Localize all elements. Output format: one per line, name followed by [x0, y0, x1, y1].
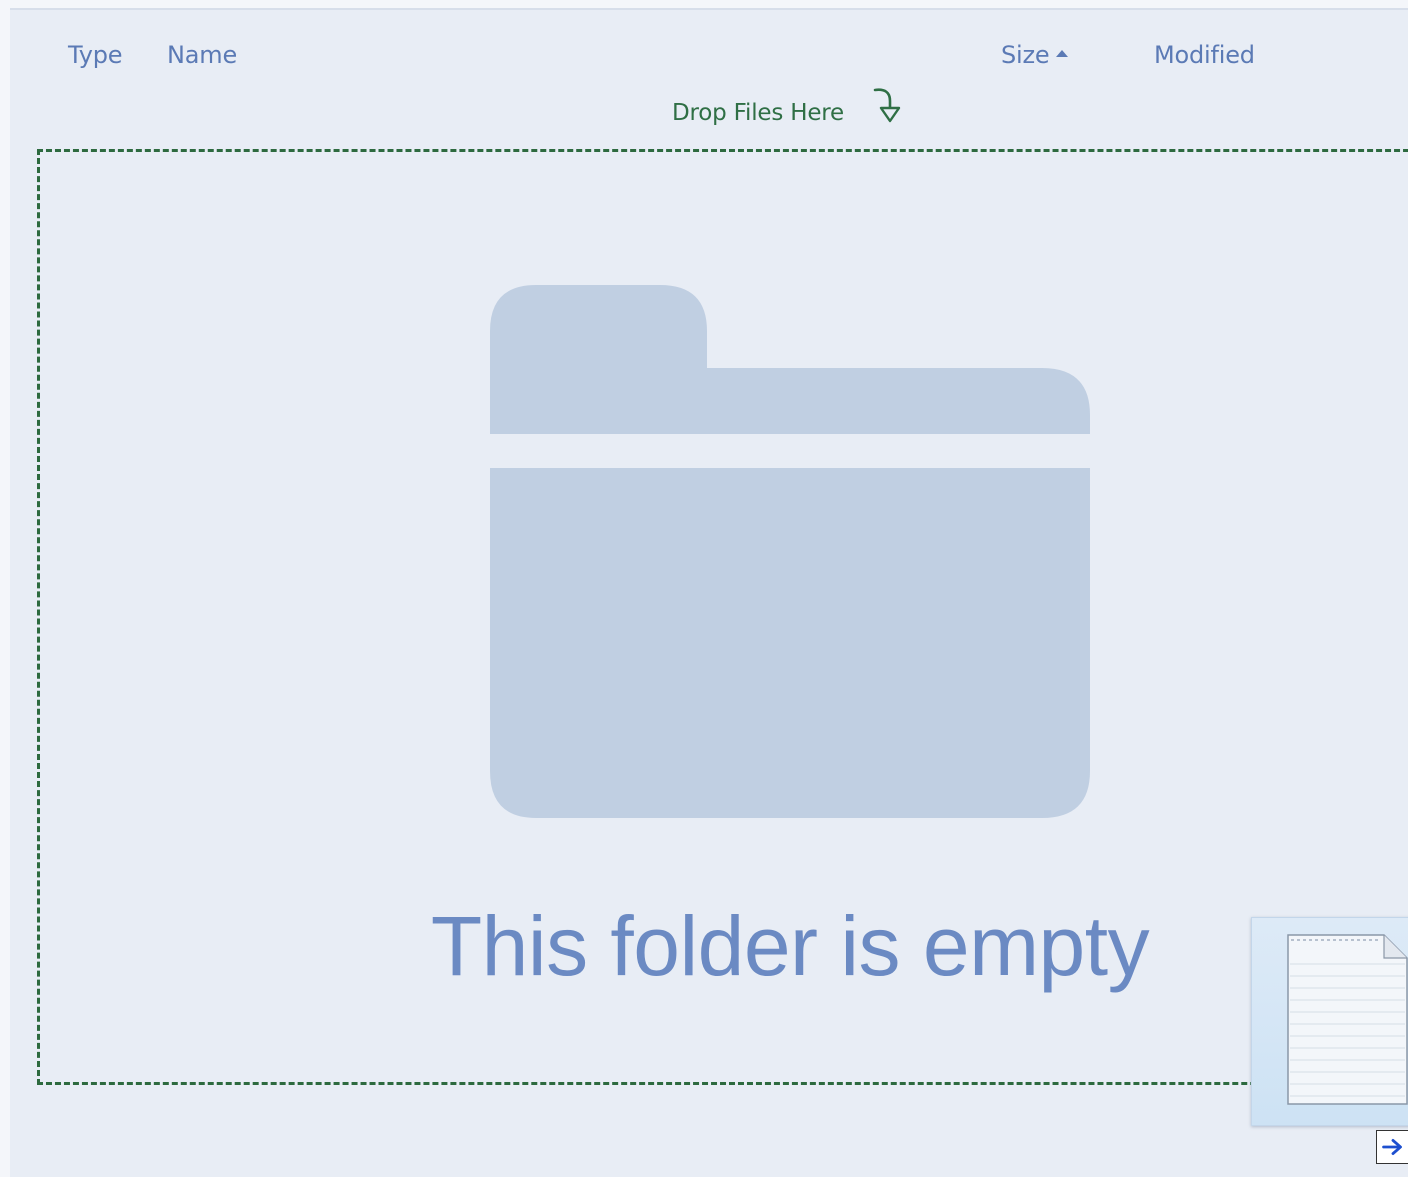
- column-header-name[interactable]: Name: [167, 41, 237, 69]
- document-icon: [1287, 934, 1408, 1105]
- folder-icon: [490, 285, 1090, 818]
- drop-files-hint: Drop Files Here: [672, 100, 844, 126]
- curved-arrow-down-icon: [873, 88, 901, 123]
- column-header-type-label: Type: [68, 41, 123, 69]
- move-arrow-icon: [1376, 1130, 1408, 1164]
- column-header-size[interactable]: Size: [1001, 41, 1069, 69]
- column-header-name-label: Name: [167, 41, 238, 69]
- empty-folder-message: This folder is empty: [430, 899, 1150, 993]
- column-header-type[interactable]: Type: [68, 41, 123, 69]
- column-header-modified-label: Modified: [1154, 41, 1255, 69]
- column-header-modified[interactable]: Modified: [1154, 41, 1255, 69]
- sort-ascending-icon: [1056, 49, 1069, 57]
- column-header-size-label: Size: [1001, 41, 1050, 69]
